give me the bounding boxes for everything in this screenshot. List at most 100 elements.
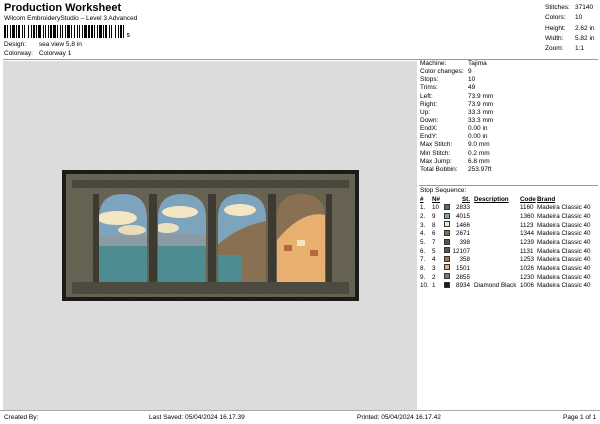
row-brand: Madeira Classic 40 bbox=[537, 247, 591, 255]
info-divider bbox=[419, 185, 598, 186]
column-5 bbox=[326, 194, 332, 284]
info-row: Left: 73.9 mm bbox=[420, 93, 598, 101]
row-needle: 6 bbox=[432, 230, 436, 238]
row-needle: 3 bbox=[432, 264, 436, 272]
table-row: 8. 3 1501 1026 Madeira Classic 40 bbox=[420, 264, 598, 273]
colorway-label: Colorway: bbox=[4, 50, 33, 57]
info-value: 10 bbox=[468, 76, 476, 84]
row-description: Diamond Black bbox=[474, 282, 517, 290]
barcode bbox=[4, 25, 125, 38]
stat-label: Stitches: bbox=[545, 4, 570, 11]
stop-sequence-table: # N# St. Description Code Brand 1. 10 2833… bbox=[420, 195, 598, 290]
row-code: 1123 bbox=[520, 221, 534, 229]
info-value: 33.3 mm bbox=[468, 116, 494, 124]
column-4 bbox=[268, 194, 276, 284]
info-row: Max Jump: 6.8 mm bbox=[420, 158, 598, 166]
row-code: 1026 bbox=[520, 264, 535, 272]
row-needle: 4 bbox=[432, 256, 436, 264]
row-code: 1360 bbox=[520, 213, 535, 221]
info-row: Trims: 49 bbox=[420, 84, 598, 92]
info-value: 73.9 mm bbox=[468, 100, 494, 108]
page-title: Production Worksheet bbox=[4, 2, 122, 14]
info-row: Min Stitch: 0.2 mm bbox=[420, 150, 598, 158]
stat-value: 5.82 in bbox=[575, 34, 595, 42]
color-swatch bbox=[444, 221, 450, 228]
color-swatch bbox=[444, 247, 450, 254]
row-code: 1344 bbox=[520, 230, 535, 238]
row-num: 7. bbox=[420, 256, 426, 264]
row-code: 1239 bbox=[520, 239, 535, 247]
stat-label: Width: bbox=[545, 34, 564, 42]
info-label: Up: bbox=[420, 108, 431, 116]
column-3 bbox=[208, 194, 216, 284]
info-value: 73.9 mm bbox=[468, 92, 494, 100]
info-value: 0.00 in bbox=[468, 125, 488, 133]
row-stitches: 2855 bbox=[455, 273, 470, 281]
row-code: 1160 bbox=[520, 204, 534, 212]
header-st: St. bbox=[461, 195, 470, 203]
arch-window-3 bbox=[218, 194, 266, 282]
color-swatch bbox=[444, 212, 450, 219]
footer: Created By: Last Saved: 05/04/2024 16.17… bbox=[0, 410, 600, 424]
row-brand: Madeira Classic 40 bbox=[537, 204, 591, 212]
row-stitches: 2833 bbox=[455, 204, 470, 212]
info-value: 0.00 in bbox=[468, 133, 488, 141]
row-needle: 5 bbox=[432, 247, 436, 255]
header-num: # bbox=[420, 195, 424, 203]
info-label: Trims: bbox=[420, 84, 438, 92]
colorway-value: Colorway 1 bbox=[38, 50, 72, 57]
info-row: Up: 33.3 mm bbox=[420, 109, 598, 117]
row-stitches: 1466 bbox=[455, 221, 470, 229]
stat-zoom: Zoom: 1:1 bbox=[545, 44, 595, 54]
stop-sequence-title: Stop Sequence: bbox=[420, 187, 467, 194]
table-header: # N# St. Description Code Brand bbox=[420, 195, 598, 204]
info-value: 33.3 mm bbox=[468, 108, 494, 116]
stats-summary: Stitches: 37140 Colors: 10 Height: 2.62 in … bbox=[545, 3, 595, 54]
header-n: N# bbox=[432, 195, 441, 203]
info-value: 253.97ft bbox=[468, 165, 492, 173]
info-row: Down: 33.3 mm bbox=[420, 117, 598, 125]
header-brand: Brand bbox=[537, 195, 556, 203]
row-num: 2. bbox=[420, 213, 426, 221]
row-brand: Madeira Classic 40 bbox=[537, 230, 591, 238]
info-label: Down: bbox=[420, 116, 439, 124]
row-brand: Madeira Classic 40 bbox=[537, 282, 591, 290]
row-needle: 7 bbox=[432, 239, 436, 247]
info-value: 9.0 mm bbox=[468, 141, 490, 149]
row-stitches: 2671 bbox=[455, 230, 470, 238]
page-number: Page 1 of 1 bbox=[563, 414, 597, 421]
stat-label: Colors: bbox=[545, 14, 566, 22]
embroidery-design-preview bbox=[62, 170, 359, 301]
stat-label: Height: bbox=[545, 24, 566, 32]
info-row: Total Bobbin: 253.97ft bbox=[420, 166, 598, 174]
table-row: 4. 6 2671 1344 Madeira Classic 40 bbox=[420, 229, 598, 239]
row-brand: Madeira Classic 40 bbox=[537, 264, 591, 272]
row-num: 9. bbox=[420, 273, 426, 281]
info-label: Max Jump: bbox=[420, 157, 452, 165]
table-row: 1. 10 2833 1160 Madeira Classic 40 bbox=[420, 203, 598, 213]
row-needle: 9 bbox=[432, 213, 436, 221]
row-brand: Madeira Classic 40 bbox=[537, 213, 591, 221]
design-value: sea view 5,8 in bbox=[38, 41, 82, 48]
row-num: 6. bbox=[420, 247, 426, 255]
stat-value: 10 bbox=[575, 14, 583, 22]
info-row: Machine: Tajima bbox=[420, 60, 598, 68]
created-by: Created By: bbox=[4, 414, 39, 421]
info-row: Stops: 10 bbox=[420, 76, 598, 84]
design-sill bbox=[72, 282, 349, 294]
info-label: Total Bobbin: bbox=[420, 165, 458, 173]
info-value: 9 bbox=[468, 68, 472, 76]
info-value: 49 bbox=[468, 84, 476, 92]
printed-date: Printed: 05/04/2024 16.17.42 bbox=[357, 414, 441, 421]
row-brand: Madeira Classic 40 bbox=[537, 273, 591, 281]
row-num: 5. bbox=[420, 239, 426, 247]
info-label: Left: bbox=[420, 92, 433, 100]
table-row: 9. 2 2855 1230 Madeira Classic 40 bbox=[420, 273, 598, 282]
info-row: EndY: 0.00 in bbox=[420, 133, 598, 141]
column-1 bbox=[93, 194, 99, 284]
stat-height: Height: 2.62 in bbox=[545, 24, 595, 34]
info-label: Machine: bbox=[420, 60, 447, 67]
arch-window-2 bbox=[158, 194, 206, 282]
row-code: 1230 bbox=[520, 273, 535, 281]
row-code: 1006 bbox=[520, 282, 535, 290]
